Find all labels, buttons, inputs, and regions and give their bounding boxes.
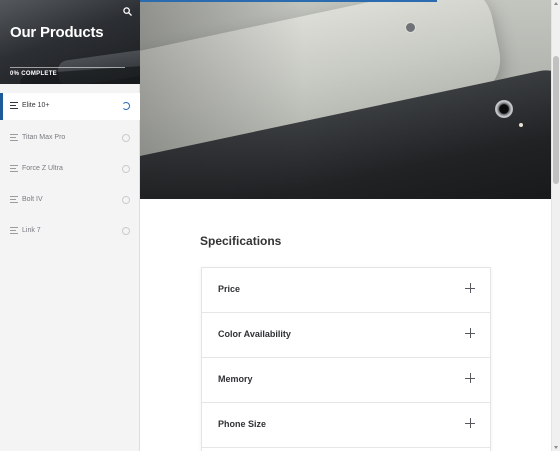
progress-bar: [10, 67, 125, 68]
not-started-icon: [122, 196, 130, 204]
plus-icon[interactable]: [465, 283, 475, 293]
search-icon: [122, 6, 132, 16]
lesson-label: Link 7: [22, 227, 41, 234]
lesson-content: Specifications Price Color Availability …: [140, 199, 551, 451]
lines-icon: [10, 134, 18, 141]
hero-image: [140, 0, 551, 199]
lines-icon: [10, 165, 18, 172]
sidebar: Our Products 0% COMPLETE Elite 10+ Titan…: [0, 0, 140, 451]
lesson-list: Elite 10+ Titan Max Pro Force Z Ultra Bo…: [0, 93, 140, 248]
specifications-accordion: Price Color Availability Memory Phone Si…: [201, 267, 491, 451]
top-progress-bar: [140, 0, 437, 2]
lesson-item-elite-10[interactable]: Elite 10+: [0, 93, 140, 120]
lesson-item-force-z-ultra[interactable]: Force Z Ultra: [0, 155, 140, 186]
lines-icon: [10, 196, 18, 203]
lesson-label: Titan Max Pro: [22, 134, 66, 141]
scroll-down-arrow-icon[interactable]: [554, 446, 558, 449]
search-button[interactable]: [120, 4, 134, 18]
lesson-label: Force Z Ultra: [22, 165, 63, 172]
plus-icon[interactable]: [465, 328, 475, 338]
plus-icon[interactable]: [465, 373, 475, 383]
accordion-item-memory[interactable]: Memory: [202, 358, 490, 403]
main-content: Specifications Price Color Availability …: [140, 0, 551, 451]
lines-icon: [10, 227, 18, 234]
in-progress-icon: [122, 102, 130, 110]
accordion-label: Color Availability: [218, 329, 291, 339]
scroll-up-arrow-icon[interactable]: [554, 2, 558, 5]
not-started-icon: [122, 134, 130, 142]
sidebar-header: Our Products 0% COMPLETE: [0, 0, 140, 84]
plus-icon[interactable]: [465, 418, 475, 428]
lines-icon: [10, 102, 18, 109]
course-title: Our Products: [10, 24, 104, 41]
not-started-icon: [122, 165, 130, 173]
lesson-item-bolt-iv[interactable]: Bolt IV: [0, 186, 140, 217]
progress-label: 0% COMPLETE: [10, 71, 57, 77]
lesson-item-link-7[interactable]: Link 7: [0, 217, 140, 248]
accordion-label: Price: [218, 284, 241, 294]
lesson-label: Bolt IV: [22, 196, 43, 203]
accordion-item-price[interactable]: Price: [202, 268, 490, 313]
lesson-item-titan-max-pro[interactable]: Titan Max Pro: [0, 124, 140, 155]
hero-shade: [140, 0, 551, 199]
accordion-label: Phone Size: [218, 419, 267, 429]
accordion-item-phone-size[interactable]: Phone Size: [202, 403, 490, 448]
accordion-label: Memory: [218, 374, 253, 384]
page-scrollbar[interactable]: [551, 0, 560, 451]
not-started-icon: [122, 227, 130, 235]
accordion-item-color-availability[interactable]: Color Availability: [202, 313, 490, 358]
section-title: Specifications: [200, 234, 282, 248]
scrollbar-thumb[interactable]: [553, 56, 559, 184]
lesson-label: Elite 10+: [22, 102, 50, 109]
